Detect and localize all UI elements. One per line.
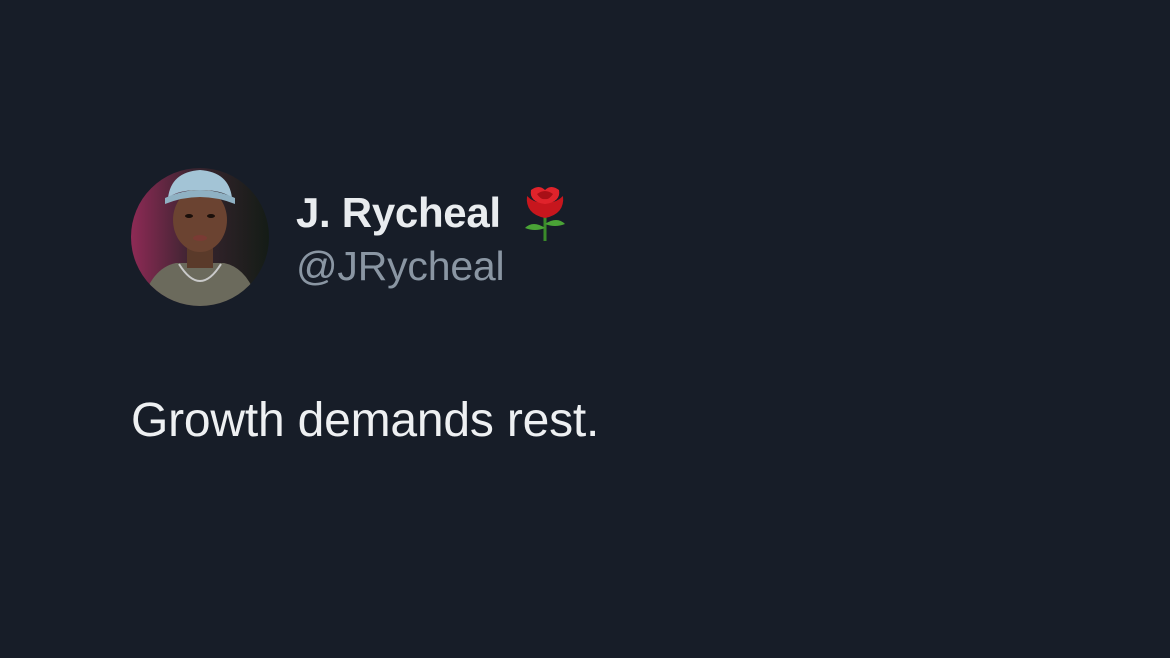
display-name[interactable]: J. Rycheal xyxy=(296,184,571,242)
user-handle[interactable]: @JRycheal xyxy=(296,241,505,291)
tweet-card: J. Rycheal @JRycheal Growth demands rest… xyxy=(0,0,1170,658)
tweet-text: Growth demands rest. xyxy=(131,394,600,447)
profile-photo-icon xyxy=(131,168,269,306)
avatar[interactable] xyxy=(131,168,269,306)
rose-icon xyxy=(519,184,571,242)
display-name-text: J. Rycheal xyxy=(296,189,501,236)
